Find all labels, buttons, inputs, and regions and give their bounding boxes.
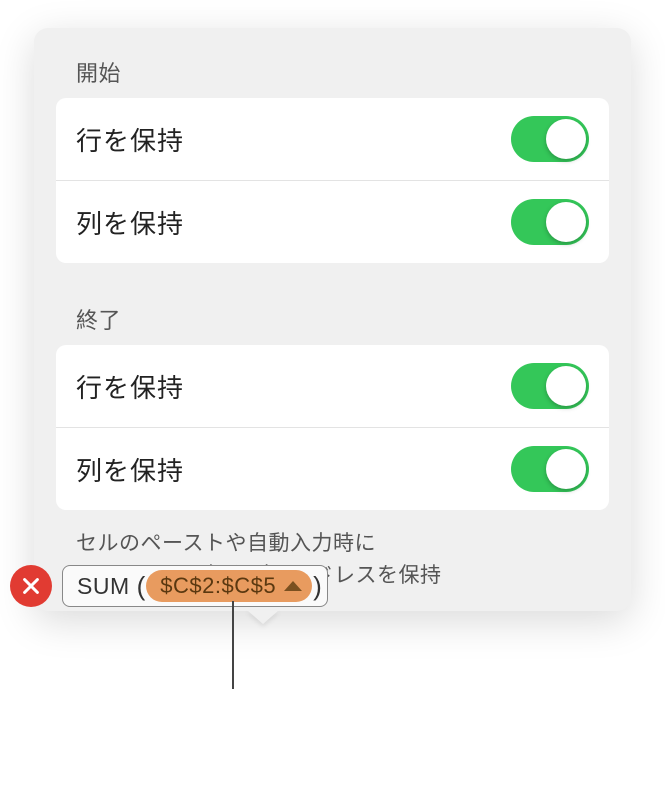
row-label: 列を保持 [76,451,184,488]
open-paren: ( [136,571,147,602]
end-section-header: 終了 [56,299,609,345]
start-section-header: 開始 [56,52,609,98]
formula-bar: SUM ( $C$2:$C$5 ) [10,562,655,610]
toggle-knob [546,119,586,159]
start-preserve-column-toggle[interactable] [511,199,589,245]
close-icon [20,575,42,597]
reference-settings-popover: 開始 行を保持 列を保持 終了 行を保持 列を保持 [34,28,631,611]
range-text: $C$2:$C$5 [160,573,276,599]
cancel-button[interactable] [10,565,52,607]
formula-editor[interactable]: SUM ( $C$2:$C$5 ) [62,565,328,607]
end-section-group: 行を保持 列を保持 [56,345,609,510]
toggle-knob [546,202,586,242]
start-section-group: 行を保持 列を保持 [56,98,609,263]
popover-arrow-icon [247,610,279,624]
start-preserve-row-toggle[interactable] [511,116,589,162]
end-preserve-row-toggle[interactable] [511,363,589,409]
end-preserve-row: 行を保持 [56,345,609,427]
callout-line [232,601,234,689]
row-label: 行を保持 [76,368,184,405]
help-line-1: セルのペーストや自動入力時に [76,528,589,560]
row-label: 行を保持 [76,121,184,158]
function-name: SUM [67,573,136,600]
start-preserve-row: 行を保持 [56,98,609,180]
close-paren: ) [312,571,323,602]
start-preserve-column: 列を保持 [56,180,609,263]
range-reference-token[interactable]: $C$2:$C$5 [146,570,312,602]
toggle-knob [546,366,586,406]
toggle-knob [546,449,586,489]
chevron-up-icon [284,581,302,591]
row-label: 列を保持 [76,204,184,241]
end-preserve-column-toggle[interactable] [511,446,589,492]
end-preserve-column: 列を保持 [56,427,609,510]
